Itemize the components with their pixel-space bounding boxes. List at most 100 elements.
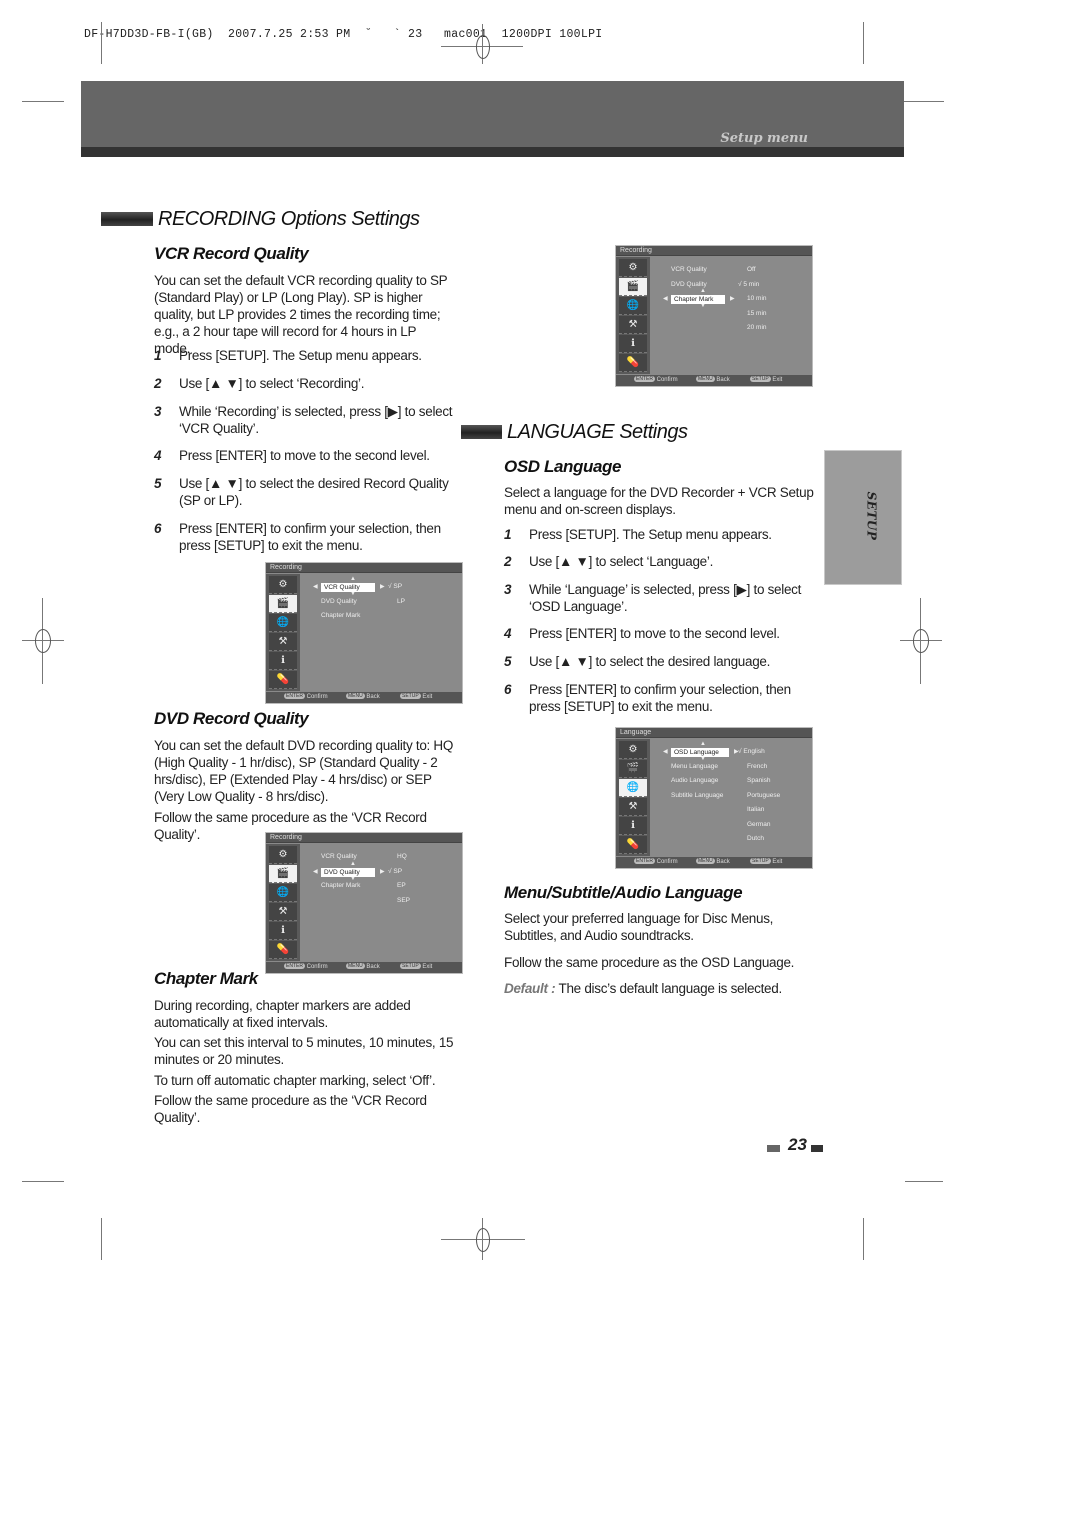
osd-menu-item: OSD Language bbox=[671, 748, 729, 757]
step-text: Use [▲ ▼] to select the desired Record Q… bbox=[179, 476, 449, 508]
tools-icon: ⚒ bbox=[269, 633, 297, 651]
osd-menu-item: Menu Language bbox=[671, 762, 718, 770]
misc-icon: 💊 bbox=[619, 836, 647, 854]
step-number: 6 bbox=[154, 521, 162, 536]
msa-intro-paragraph: Select your preferred language for Disc … bbox=[504, 911, 774, 943]
arrow-left-icon: ◀ bbox=[313, 868, 318, 875]
osd-option: 20 min bbox=[747, 324, 767, 331]
osd-option: Portuguese bbox=[747, 791, 781, 799]
step-text: Use [▲ ▼] to select ‘Recording’. bbox=[179, 376, 365, 391]
step-text: Use [▲ ▼] to select ‘Language’. bbox=[529, 554, 714, 569]
step-number: 6 bbox=[504, 682, 512, 697]
osd-sidebar: ⚙ 🎬 🌐 ⚒ ℹ 💊 bbox=[616, 739, 650, 856]
step-number: 4 bbox=[504, 626, 512, 641]
osd-sidebar: ⚙ 🎬 🌐 ⚒ ℹ 💊 bbox=[266, 574, 300, 691]
arrow-up-icon: ▲ bbox=[700, 741, 706, 747]
step-text: Press [ENTER] to confirm your selection,… bbox=[179, 521, 441, 553]
menu-key: MENU bbox=[696, 376, 715, 383]
info-icon: ℹ bbox=[269, 922, 297, 940]
osd-option: SEP bbox=[397, 896, 411, 904]
arrow-left-icon: ◀ bbox=[663, 296, 668, 302]
recording-icon: 🎬 bbox=[619, 760, 647, 778]
osd-screen-dvd-quality: Recording ⚙ 🎬 🌐 ⚒ ℹ 💊 VCR Quality ◀ ▲ ▼ ▶ DVD Qualit… bbox=[265, 832, 463, 974]
language-globe-icon: 🌐 bbox=[619, 779, 647, 797]
osd-title: Recording bbox=[266, 833, 462, 843]
step-text: Press [ENTER] to confirm your selection,… bbox=[529, 682, 791, 714]
osd-option: √ English bbox=[738, 748, 765, 755]
menu-key: MENU bbox=[346, 693, 365, 700]
enter-key: ENTER bbox=[634, 858, 655, 865]
setup-side-tab: SETUP bbox=[824, 450, 902, 585]
setup-key: SETUP bbox=[400, 693, 421, 700]
default-label: Default : bbox=[504, 981, 556, 996]
arrow-right-icon: ▶ bbox=[730, 296, 735, 302]
osd-sidebar: ⚙ 🎬 🌐 ⚒ ℹ 💊 bbox=[266, 844, 300, 961]
dvd-record-quality-heading: DVD Record Quality bbox=[154, 709, 309, 728]
enter-key: ENTER bbox=[284, 963, 305, 970]
section-marker bbox=[101, 212, 153, 226]
info-icon: ℹ bbox=[619, 335, 647, 353]
gear-icon: ⚙ bbox=[619, 741, 647, 759]
exit-label: Exit bbox=[422, 964, 433, 970]
dvd-intro-paragraph: You can set the default DVD recording qu… bbox=[154, 738, 454, 804]
step-number: 5 bbox=[504, 654, 512, 669]
recording-section-title: RECORDING Options Settings bbox=[158, 208, 420, 230]
vcr-record-quality-heading: VCR Record Quality bbox=[154, 244, 309, 263]
tools-icon: ⚒ bbox=[619, 316, 647, 334]
osd-option: Italian bbox=[747, 806, 765, 813]
osd-option: 15 min bbox=[747, 309, 767, 317]
header-banner-strip bbox=[81, 147, 904, 157]
osd-footer: ENTER Confirm MENU Back SETUP Exit bbox=[616, 857, 812, 868]
osd-option: EP bbox=[397, 882, 406, 889]
osd-option: 10 min bbox=[747, 295, 767, 302]
osd-screen-chapter-mark: Recording ⚙ 🎬 🌐 ⚒ ℹ 💊 VCR Quality DVD Quality ◀ ▲ ▼… bbox=[615, 245, 813, 387]
back-label: Back bbox=[366, 964, 380, 970]
osd-menu-item: DVD Quality bbox=[321, 597, 357, 605]
msa-default-note: Default : The disc’s default language is… bbox=[504, 980, 814, 997]
page-number: 23 bbox=[788, 1135, 807, 1154]
menu-key: MENU bbox=[346, 963, 365, 970]
step-text: While ‘Recording’ is selected, press [▶]… bbox=[179, 404, 453, 436]
page-number-marker-left bbox=[767, 1145, 780, 1152]
chapter-paragraph-2: You can set this interval to 5 minutes, … bbox=[154, 1035, 454, 1067]
osd-menu-item: Chapter Mark bbox=[671, 295, 725, 304]
gear-icon: ⚙ bbox=[619, 259, 647, 277]
confirm-label: Confirm bbox=[306, 694, 328, 700]
step-number: 1 bbox=[504, 527, 512, 542]
confirm-label: Confirm bbox=[306, 964, 328, 970]
step-number: 1 bbox=[154, 348, 162, 363]
chapter-paragraph-1: During recording, chapter markers are ad… bbox=[154, 998, 411, 1030]
misc-icon: 💊 bbox=[269, 671, 297, 689]
enter-key: ENTER bbox=[634, 376, 655, 383]
exit-label: Exit bbox=[772, 859, 783, 865]
step-text: Press [SETUP]. The Setup menu appears. bbox=[179, 348, 422, 363]
osd-screen-vcr-quality: Recording ⚙ 🎬 🌐 ⚒ ℹ 💊 ◀ ▲ ▼ ▶ VCR Quality DVD Qualit… bbox=[265, 562, 463, 704]
osd-option: LP bbox=[397, 597, 405, 605]
osd-option: HQ bbox=[397, 853, 407, 860]
recording-icon: 🎬 bbox=[619, 278, 647, 296]
exit-label: Exit bbox=[422, 694, 433, 700]
osd-language-heading: OSD Language bbox=[504, 457, 622, 476]
setup-side-tab-label: SETUP bbox=[864, 491, 879, 541]
arrow-left-icon: ◀ bbox=[663, 749, 668, 755]
step-number: 3 bbox=[154, 404, 162, 419]
osd-screen-language: Language ⚙ 🎬 🌐 ⚒ ℹ 💊 ◀ ▲ ▼ ▶ OSD Language Menu Langu… bbox=[615, 727, 813, 869]
osd-option: Off bbox=[747, 266, 756, 273]
step-text: Press [ENTER] to move to the second leve… bbox=[529, 626, 780, 641]
msa-follow-paragraph: Follow the same procedure as the OSD Lan… bbox=[504, 955, 795, 970]
osd-title: Language bbox=[616, 728, 812, 738]
step-text: Press [ENTER] to move to the second leve… bbox=[179, 448, 430, 463]
tools-icon: ⚒ bbox=[269, 903, 297, 921]
arrow-up-icon: ▲ bbox=[350, 860, 356, 867]
printer-slug-line: DF-H7DD3D-FB-I(GB) 2007.7.25 2:53 PM ˘ `… bbox=[84, 28, 603, 41]
osd-option: German bbox=[747, 820, 771, 828]
confirm-label: Confirm bbox=[656, 377, 678, 383]
osd-option: √ 5 min bbox=[738, 280, 760, 288]
osd-menu-item: VCR Quality bbox=[671, 266, 707, 273]
osd-menu-item: Subtitle Language bbox=[671, 791, 724, 799]
osd-menu-item: Chapter Mark bbox=[321, 882, 361, 889]
recording-icon: 🎬 bbox=[269, 595, 297, 613]
osd-sidebar: ⚙ 🎬 🌐 ⚒ ℹ 💊 bbox=[616, 257, 650, 374]
osd-footer: ENTER Confirm MENU Back SETUP Exit bbox=[266, 962, 462, 973]
step-number: 2 bbox=[504, 554, 512, 569]
